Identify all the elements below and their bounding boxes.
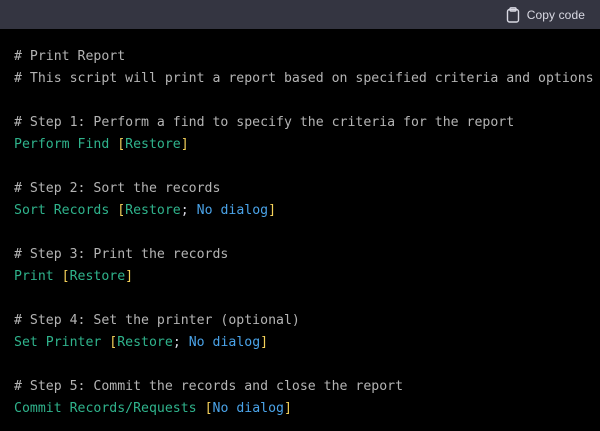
code-comment: # Step 1: Perform a find to specify the … (14, 115, 515, 130)
code-line: # Step 3: Print the records (14, 244, 600, 266)
code-line: Commit Records/Requests [No dialog] (14, 398, 600, 420)
code-line: Set Printer [Restore; No dialog] (14, 332, 600, 354)
code-comment: # Step 3: Print the records (14, 247, 229, 262)
code-comment: # Step 5: Commit the records and close t… (14, 379, 404, 394)
code-option: Restore (69, 269, 126, 284)
code-line: Print [Restore] (14, 266, 600, 288)
code-comment: # Step 4: Set the printer (optional) (14, 313, 300, 328)
code-option: Restore (125, 203, 181, 218)
code-bracket: ] (260, 335, 269, 350)
code-command: Perform Find (14, 137, 118, 152)
code-command: Sort Records (14, 203, 118, 218)
code-line: # Print Report (14, 46, 600, 68)
code-bracket: [ (117, 203, 126, 218)
clipboard-icon (506, 6, 520, 23)
copy-code-label: Copy code (526, 7, 585, 22)
code-bracket: [ (204, 401, 213, 416)
code-line: # Step 5: Commit the records and close t… (14, 376, 600, 398)
code-bracket: [ (61, 269, 70, 284)
code-line: # Step 2: Sort the records (14, 178, 600, 200)
code-option-dialog: No dialog (196, 203, 269, 218)
code-content: # Print Report # This script will print … (0, 29, 600, 420)
code-line: # Step 4: Set the printer (optional) (14, 310, 600, 332)
code-block: Copy code # Print Report # This script w… (0, 0, 600, 431)
code-command: Set Printer (14, 335, 110, 350)
code-bracket: ] (180, 137, 189, 152)
code-line: # This script will print a report based … (14, 68, 600, 90)
code-option: Restore (117, 335, 173, 350)
code-separator: ; (172, 335, 189, 350)
code-bracket: [ (117, 137, 126, 152)
code-separator: ; (180, 203, 197, 218)
code-comment: # This script will print a report based … (14, 71, 594, 86)
code-option: Restore (125, 137, 181, 152)
code-bracket: ] (283, 401, 292, 416)
code-line: Perform Find [Restore] (14, 134, 600, 156)
code-option-dialog: No dialog (212, 401, 284, 416)
copy-code-button[interactable]: Copy code (506, 6, 585, 23)
code-command: Commit Records/Requests (14, 401, 205, 416)
code-line: Sort Records [Restore; No dialog] (14, 200, 600, 222)
code-comment: # Step 2: Sort the records (14, 181, 221, 196)
code-comment: # Print Report (14, 49, 126, 64)
code-header: Copy code (0, 0, 600, 29)
code-command: Print (14, 269, 62, 284)
code-bracket: ] (268, 203, 277, 218)
code-option-dialog: No dialog (188, 335, 261, 350)
code-line: # Step 1: Perform a find to specify the … (14, 112, 600, 134)
code-bracket: ] (125, 269, 134, 284)
